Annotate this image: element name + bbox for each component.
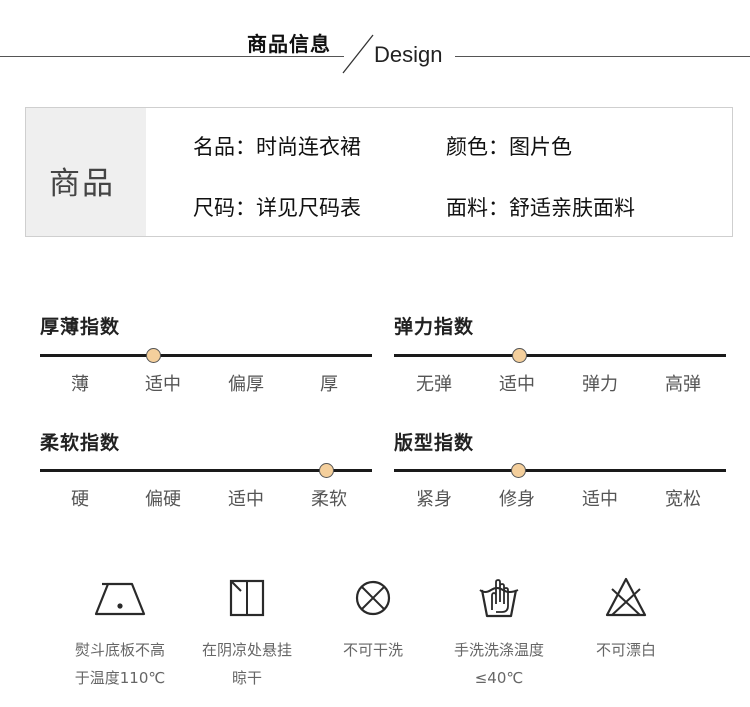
care-hang-line1: 在阴凉处悬挂	[201, 641, 292, 659]
product-color-field: 颜色：图片色	[446, 131, 572, 161]
care-no-bleach-text: 不可漂白	[566, 636, 686, 664]
fit-option-loose: 宽松	[665, 489, 701, 510]
softness-option-medium: 适中	[228, 489, 264, 510]
no-bleach-icon	[605, 577, 647, 617]
care-no-bleach-line1: 不可漂白	[595, 641, 656, 659]
product-size-sep: ：	[235, 196, 256, 220]
slash-divider	[342, 34, 374, 74]
care-no-dryclean-line1: 不可干洗	[342, 641, 403, 659]
fit-option-tight: 紧身	[416, 489, 452, 510]
softness-option-soft: 柔软	[311, 489, 347, 510]
elasticity-index-title: 弹力指数	[394, 316, 475, 338]
elasticity-index-track	[394, 354, 726, 357]
thickness-index-title: 厚薄指数	[40, 316, 121, 338]
product-fabric-key: 面料	[446, 196, 488, 220]
product-name-key: 名品	[193, 135, 235, 159]
thickness-option-slightly-thick: 偏厚	[228, 374, 264, 395]
elasticity-option-none: 无弹	[416, 374, 452, 395]
product-name-sep: ：	[235, 135, 256, 159]
product-info-box: 商品 名品：时尚连衣裙 颜色：图片色 尺码：详见尺码表 面料：舒适亲肤面料	[25, 107, 733, 237]
care-handwash-line1: 手洗洗涤温度	[453, 641, 544, 659]
softness-option-slightly-hard: 偏硬	[145, 489, 181, 510]
thickness-index-knob	[146, 348, 161, 363]
care-iron-line2: 于温度110℃	[74, 669, 166, 687]
header-divider-right	[455, 56, 750, 57]
care-handwash-line2: ≤40℃	[474, 669, 524, 687]
elasticity-index-knob	[512, 348, 527, 363]
elasticity-option-high: 高弹	[665, 374, 701, 395]
care-hang-text: 在阴凉处悬挂 晾干	[187, 636, 307, 692]
fit-option-slim: 修身	[499, 489, 535, 510]
thickness-option-medium: 适中	[145, 374, 181, 395]
product-name-value: 时尚连衣裙	[256, 135, 361, 159]
no-wash-icon	[355, 580, 391, 616]
care-hang-line2: 晾干	[231, 669, 262, 687]
thickness-option-thick: 厚	[320, 374, 338, 395]
product-size-value: 详见尺码表	[256, 196, 361, 220]
product-fabric-value: 舒适亲肤面料	[509, 196, 635, 220]
thickness-option-thin: 薄	[71, 374, 89, 395]
product-color-key: 颜色	[446, 135, 488, 159]
product-size-key: 尺码	[193, 196, 235, 220]
softness-option-hard: 硬	[71, 489, 89, 510]
hand-wash-icon	[479, 579, 519, 618]
product-label: 商品	[49, 166, 115, 202]
care-handwash-text: 手洗洗涤温度 ≤40℃	[439, 636, 559, 692]
hang-dry-shade-icon	[229, 579, 265, 617]
care-iron-line1: 熨斗底板不高	[74, 641, 165, 659]
thickness-index-track	[40, 354, 372, 357]
iron-icon	[94, 582, 146, 616]
elasticity-option-elastic: 弹力	[582, 374, 618, 395]
design-subtitle: Design	[374, 42, 443, 67]
fit-option-medium: 适中	[582, 489, 618, 510]
fit-index-track	[394, 469, 726, 472]
page-title: 商品信息	[247, 32, 331, 56]
product-fabric-sep: ：	[488, 196, 509, 220]
product-size-field: 尺码：详见尺码表	[193, 192, 361, 222]
softness-index-knob	[319, 463, 334, 478]
elasticity-option-medium: 适中	[499, 374, 535, 395]
product-name-field: 名品：时尚连衣裙	[193, 131, 361, 161]
softness-index-title: 柔软指数	[40, 432, 121, 454]
product-color-sep: ：	[488, 135, 509, 159]
care-no-dryclean-text: 不可干洗	[313, 636, 433, 664]
product-color-value: 图片色	[509, 135, 572, 159]
product-label-cell: 商品	[26, 108, 146, 236]
fit-index-title: 版型指数	[394, 432, 475, 454]
care-iron-text: 熨斗底板不高 于温度110℃	[60, 636, 180, 692]
fit-index-knob	[511, 463, 526, 478]
product-fabric-field: 面料：舒适亲肤面料	[446, 192, 635, 222]
